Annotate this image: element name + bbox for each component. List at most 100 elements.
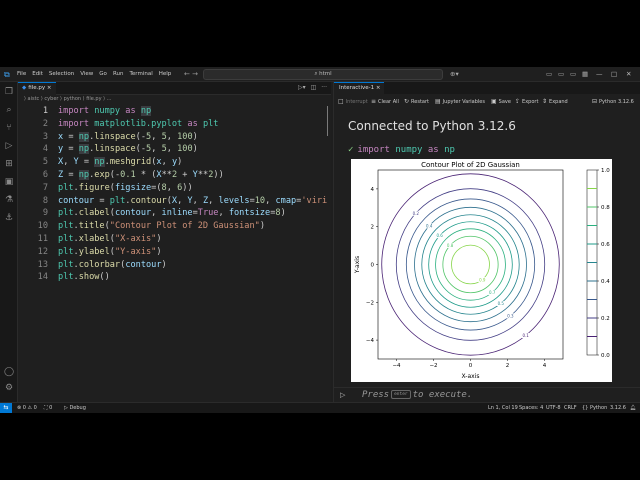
- line-code: plt.ylabel("Y-axis"): [58, 246, 162, 257]
- scrollbar[interactable]: [326, 106, 328, 136]
- code-line[interactable]: 12 plt.ylabel("Y-axis"): [18, 246, 331, 259]
- line-code: import matplotlib.pyplot as plt: [58, 118, 219, 129]
- line-number: 6: [42, 169, 48, 180]
- debug-indicator[interactable]: ▷ Debug: [64, 405, 86, 411]
- maximize-icon[interactable]: □: [611, 70, 617, 78]
- menu-item-file[interactable]: File: [17, 71, 26, 77]
- menu-item-selection[interactable]: Selection: [49, 71, 74, 77]
- code-editor[interactable]: 1 import numpy as np 2 import matplotlib.py…: [18, 105, 331, 284]
- kernel-picker[interactable]: ⊟ Python 3.12.6: [592, 98, 634, 105]
- y-tick-label: −2: [366, 300, 374, 306]
- end-of-line[interactable]: CRLF: [564, 405, 577, 411]
- line-code: plt.colorbar(contour): [58, 259, 167, 270]
- code-line[interactable]: 11 plt.xlabel("X-axis"): [18, 233, 331, 246]
- layout-sidebar-icon[interactable]: ▭: [546, 70, 552, 78]
- extensions-icon[interactable]: ⊞: [3, 158, 15, 170]
- remote-indicator-icon[interactable]: ⇆: [0, 403, 12, 413]
- code-line[interactable]: 1 import numpy as np: [18, 105, 331, 118]
- expand-icon: ⇕: [542, 98, 548, 105]
- docker-icon[interactable]: ⚓: [3, 212, 15, 224]
- interactive-toolbar: □ Interrupt ≡ Clear All ↻ Restart ▤ Jupyter …: [334, 94, 640, 110]
- code-line[interactable]: 7 plt.figure(figsize=(8, 6)): [18, 182, 331, 195]
- code-line[interactable]: 8 contour = plt.contour(X, Y, Z, levels=1…: [18, 195, 331, 208]
- executed-cell[interactable]: ✓ import numpy as np: [348, 145, 455, 155]
- menu-item-edit[interactable]: Edit: [32, 71, 43, 77]
- run-debug-icon[interactable]: ▷: [3, 140, 15, 152]
- menu-item-help[interactable]: Help: [159, 71, 172, 77]
- account-icon[interactable]: ◯: [3, 366, 15, 378]
- clear-all-icon: ≡: [371, 98, 377, 105]
- cell-input[interactable]: ▷ Press enter to execute.: [334, 387, 640, 402]
- python-version[interactable]: 3.12.6: [610, 405, 626, 411]
- menu-item-run[interactable]: Run: [113, 71, 124, 77]
- code-line[interactable]: 4 y = np.linspace(-5, 5, 100): [18, 143, 331, 156]
- command-center-search[interactable]: ⌕ html: [203, 69, 443, 80]
- tab-file-py[interactable]: ◆ file.py ×: [18, 82, 56, 95]
- menu-bar: File Edit Selection View Go Run Terminal Help: [17, 71, 171, 77]
- notifications-icon[interactable]: 🔔︎: [630, 405, 636, 411]
- code-line[interactable]: 13 plt.colorbar(contour): [18, 259, 331, 272]
- line-code: y = np.linspace(-5, 5, 100): [58, 144, 198, 155]
- contour-label: 0.1: [522, 333, 529, 338]
- restart-button[interactable]: ↻ Restart: [404, 98, 429, 105]
- x-tick-label: 4: [543, 363, 547, 369]
- layout-secondary-icon[interactable]: ▭: [570, 70, 576, 78]
- cursor-position[interactable]: Ln 1, Col 19: [488, 405, 518, 411]
- manage-gear-icon[interactable]: ⚙: [3, 382, 15, 394]
- vscode-logo-icon: ⧉: [4, 70, 10, 79]
- code-line[interactable]: 5 X, Y = np.meshgrid(x, y): [18, 156, 331, 169]
- interrupt-button[interactable]: □ Interrupt: [338, 98, 368, 105]
- problems-indicator[interactable]: ⊗ 0 ⚠ 0: [17, 405, 37, 411]
- layout-panel-icon[interactable]: ▭: [558, 70, 564, 78]
- ports-indicator[interactable]: ⛶ 0: [44, 405, 52, 411]
- save-button[interactable]: ▣ Save: [491, 98, 511, 105]
- x-tick-label: 0: [469, 363, 473, 369]
- explorer-icon[interactable]: ❐: [3, 86, 15, 98]
- indentation[interactable]: Spaces: 4: [519, 405, 543, 411]
- editor-tabs: ◆ file.py × ▷▾ ◫ ···: [18, 82, 331, 95]
- line-number: 13: [37, 259, 48, 270]
- colorbar-tick-label: 0.2: [601, 316, 610, 322]
- run-cell-icon[interactable]: ▷: [340, 391, 345, 399]
- code-line[interactable]: 6 Z = np.exp(-0.1 * (X**2 + Y**2)): [18, 169, 331, 182]
- clear-all-label: Clear All: [378, 99, 399, 105]
- testing-icon[interactable]: ⚗: [3, 194, 15, 206]
- code-line[interactable]: 2 import matplotlib.pyplot as plt: [18, 118, 331, 131]
- menu-item-view[interactable]: View: [80, 71, 93, 77]
- code-line[interactable]: 14 plt.show(): [18, 271, 331, 284]
- source-control-icon[interactable]: ⑂: [3, 122, 15, 134]
- breadcrumb[interactable]: ⟩ aistc ⟩ cyber ⟩ python ⟩ file.py ⟩ ...: [18, 95, 331, 104]
- remote-explorer-icon[interactable]: ▣: [3, 176, 15, 188]
- x-tick-label: −4: [392, 363, 401, 369]
- encoding[interactable]: UTF-8: [546, 405, 561, 411]
- nav-arrows-icon[interactable]: ← →: [184, 70, 198, 78]
- code-line[interactable]: 10 plt.title("Contour Plot of 2D Gaussian…: [18, 220, 331, 233]
- search-icon[interactable]: ⌕: [3, 104, 15, 116]
- variables-button[interactable]: ▤ Jupyter Variables: [435, 98, 485, 105]
- minimize-icon[interactable]: —: [596, 70, 603, 78]
- save-icon: ▣: [491, 98, 497, 105]
- expand-button[interactable]: ⇕ Expand: [542, 98, 568, 105]
- more-actions-icon[interactable]: ···: [321, 84, 327, 91]
- line-number: 3: [42, 131, 48, 142]
- close-icon[interactable]: ✕: [626, 70, 631, 78]
- contour-label: 0.8: [447, 243, 454, 248]
- run-file-icon[interactable]: ▷▾: [298, 84, 306, 91]
- language-mode[interactable]: {} Python: [582, 405, 607, 411]
- copilot-icon[interactable]: ⊕▾: [450, 70, 459, 78]
- connected-message: Connected to Python 3.12.6: [348, 119, 516, 133]
- plot-output[interactable]: Contour Plot of 2D Gaussian 0.1 0.2 0.3 0.4 0…: [351, 159, 612, 382]
- customize-layout-icon[interactable]: ▦: [582, 70, 588, 78]
- split-editor-icon[interactable]: ◫: [311, 84, 317, 91]
- menu-item-go[interactable]: Go: [99, 71, 107, 77]
- contour-label: 0.3: [507, 313, 514, 318]
- export-button[interactable]: ⇪ Export: [515, 98, 538, 105]
- code-line[interactable]: 3 x = np.linspace(-5, 5, 100): [18, 131, 331, 144]
- tab-interactive-1[interactable]: Interactive-1 ×: [334, 82, 384, 94]
- menu-item-terminal[interactable]: Terminal: [129, 71, 152, 77]
- line-number: 1: [42, 106, 48, 116]
- colorbar-tick-label: 0.4: [601, 279, 610, 285]
- clear-all-button[interactable]: ≡ Clear All: [371, 98, 399, 105]
- code-line[interactable]: 9 plt.clabel(contour, inline=True, fontsi…: [18, 207, 331, 220]
- activity-bar: ❐ ⌕ ⑂ ▷ ⊞ ▣ ⚗ ⚓ ◯ ⚙: [0, 82, 18, 402]
